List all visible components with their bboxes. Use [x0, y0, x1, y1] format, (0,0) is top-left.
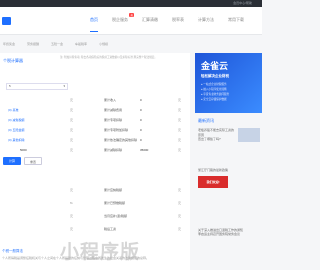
- field-value[interactable]: 35000: [140, 148, 148, 152]
- unit-label: 元: [178, 201, 182, 205]
- news-title: 查出了哪些了吗?: [198, 137, 221, 141]
- calculator-title: 个税计算器: [3, 58, 23, 63]
- unit-label: 元: [178, 227, 182, 231]
- unit-label: 元: [70, 227, 74, 231]
- form-row: (0) 减免税额 元 累计专项扣除 0 元: [0, 116, 190, 125]
- nav-tax-service[interactable]: 税企服务热: [112, 13, 134, 23]
- field-label: 累计减除扣除: [104, 148, 123, 152]
- month-select[interactable]: 5 ▾: [6, 83, 68, 90]
- unit-label: 元: [178, 128, 182, 132]
- unit-label: 元: [178, 148, 182, 152]
- calculate-button[interactable]: 计算: [3, 157, 21, 165]
- result-label: 累计应纳税额: [104, 188, 123, 192]
- form-row: 元 累计收入 0 元: [0, 96, 190, 105]
- tab-bonus[interactable]: 年终奖金: [3, 42, 15, 46]
- result-row: 元 当月应补(退)税额 元: [0, 212, 190, 221]
- news-item[interactable]: 老板养股不能去实际工资的原因 查出了哪些了吗?: [195, 128, 262, 154]
- banner-item: ● 一站式企业财税服务: [201, 83, 227, 86]
- calculator-tabs: 年终奖金 劳务报酬 五险一金 车船税率 小规模: [0, 37, 190, 51]
- site-header: 首页 税企服务热 汇算清缴 税率表 计算方法 常用下载: [0, 7, 262, 35]
- unit-label: 元: [70, 138, 74, 142]
- other-input[interactable]: (0) 其他扣除: [8, 138, 25, 142]
- field-label: 累计依法确定的其他扣除: [104, 138, 138, 142]
- banner-subtitle: 轻松解决企业财税: [201, 74, 229, 78]
- nav-methods[interactable]: 计算方法: [198, 17, 214, 23]
- nav-tax-rates[interactable]: 税率表: [172, 17, 184, 23]
- unit-label: 元: [70, 118, 74, 122]
- section-title: 个税一般算法: [2, 249, 23, 253]
- top-bar: 会员中心/帮助: [0, 0, 262, 7]
- unit-label: 元: [178, 108, 182, 112]
- site-logo[interactable]: [2, 17, 11, 25]
- unit-label: 元: [70, 188, 74, 192]
- nav-annual-settlement[interactable]: 汇算清缴: [142, 17, 158, 23]
- reduction-input[interactable]: (0) 减免税额: [8, 118, 25, 122]
- field-value[interactable]: 0: [140, 138, 142, 142]
- result-label: 税后工资: [104, 227, 117, 231]
- chevron-down-icon: ▾: [63, 84, 65, 88]
- form-row: 5 ▾: [0, 83, 190, 92]
- unit-label: 元: [70, 98, 74, 102]
- nav-downloads[interactable]: 常用下载: [228, 17, 244, 23]
- unit-label: 元: [178, 188, 182, 192]
- field-value[interactable]: 0: [140, 118, 142, 122]
- nav-home[interactable]: 首页: [90, 17, 98, 32]
- field-label: 累计收入: [104, 98, 117, 102]
- news-link[interactable]: 浙江厅门路的最新政策: [195, 168, 262, 173]
- tab-small-scale[interactable]: 小规模: [99, 42, 108, 46]
- ad-block[interactable]: 我们欢迎!: [198, 175, 262, 188]
- field-label: 累计减除费用: [104, 108, 123, 112]
- promo-banner[interactable]: 金雀云 轻松解决企业财税 ● 一站式企业财税服务 ● 融入小程序使用流畅 ● 享…: [195, 53, 262, 113]
- calculator-description: 注: 附加扣除专项; 除去各项保险后的税前工资数额以及扣除标准;算完整个税法规定…: [60, 56, 157, 59]
- unit-label: 元: [178, 214, 182, 218]
- unit-label: 元: [178, 138, 182, 142]
- field-value[interactable]: 0: [140, 108, 142, 112]
- banner-item: ● 安全云存储保护数据: [201, 98, 227, 101]
- insurance-input[interactable]: (0) 五险金额: [8, 128, 25, 132]
- result-row: % 累计已预缴税额 元: [0, 199, 190, 208]
- news-thumbnail: [238, 128, 260, 142]
- result-row: 元 税后工资 元: [0, 225, 190, 234]
- field-label: 累计专项扣除: [104, 118, 123, 122]
- unit-label: 元: [70, 108, 74, 112]
- news-link[interactable]: 李启运主持召开国务院常务会议: [195, 232, 262, 237]
- unit-label: 元: [70, 148, 74, 152]
- nav-tax-service-label: 税企服务: [112, 17, 128, 22]
- unit-label: 元: [70, 214, 74, 218]
- base-input[interactable]: (0) 基准: [8, 108, 19, 112]
- unit-label: %: [70, 201, 73, 205]
- field-value[interactable]: 0: [140, 128, 142, 132]
- unit-label: 元: [178, 118, 182, 122]
- hot-badge: 热: [129, 13, 134, 17]
- banner-item: ● 享受专业财务顾问服务: [201, 93, 230, 96]
- field-value[interactable]: 0: [140, 98, 142, 102]
- banner-item: ● 融入小程序使用流畅: [201, 88, 227, 91]
- result-label: 当月应补(退)税额: [104, 214, 127, 218]
- form-row: (0) 其他扣除 元 累计依法确定的其他扣除 0 元: [0, 136, 190, 145]
- watermark: 小程序版: [60, 242, 141, 263]
- form-row: (0) 五险金额 元 累计专项附加扣除 0 元: [0, 126, 190, 135]
- sidebar: 金雀云 轻松解决企业财税 ● 一站式企业财税服务 ● 融入小程序使用流畅 ● 享…: [195, 53, 262, 237]
- result-label: 累计已预缴税额: [104, 201, 126, 205]
- reset-button[interactable]: 重置: [24, 157, 42, 165]
- tab-vehicle[interactable]: 车船税率: [75, 42, 87, 46]
- news-title: 老板养股不能去实际工资的原因: [198, 128, 235, 137]
- tab-insurance[interactable]: 五险一金: [51, 42, 63, 46]
- form-row: (0) 基准 元 累计减除费用 0 元: [0, 106, 190, 115]
- member-center-link[interactable]: 会员中心/帮助: [233, 1, 252, 5]
- threshold-input[interactable]: 5000: [20, 148, 27, 152]
- ad-banner: 我们欢迎!: [198, 175, 228, 188]
- field-label: 累计专项附加扣除: [104, 128, 129, 132]
- unit-label: 元: [70, 128, 74, 132]
- result-row: 元 累计应纳税额 元: [0, 186, 190, 195]
- form-row: 5000 元 累计减除扣除 35000 元: [0, 146, 190, 155]
- news-section-title: 最新资讯: [198, 118, 214, 123]
- month-select-value: 5: [9, 84, 11, 88]
- banner-title: 金雀云: [201, 61, 229, 71]
- main-nav: 首页 税企服务热 汇算清缴 税率表 计算方法 常用下载: [90, 13, 244, 32]
- unit-label: 元: [178, 98, 182, 102]
- tab-labor[interactable]: 劳务报酬: [27, 42, 39, 46]
